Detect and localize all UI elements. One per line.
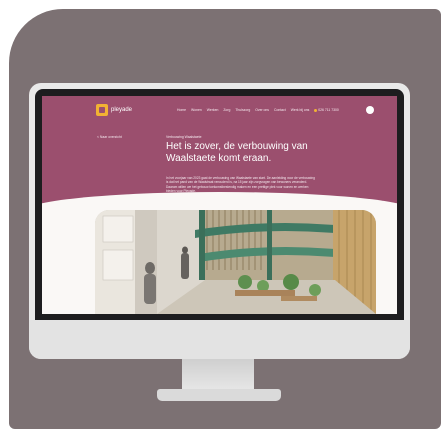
phone-icon [314,108,318,112]
building-rendering-image [95,210,376,314]
nav-item-werk-bij-ons[interactable]: Werk bij ons [291,108,310,112]
nav-item-werken[interactable]: Werken [207,108,219,112]
search-icon[interactable] [366,106,374,114]
monitor-stand-foot [157,389,281,401]
nav-item-contact[interactable]: Contact [274,108,286,112]
monitor-stand-neck [182,359,254,391]
nav-item-home[interactable]: Home [177,108,186,112]
site-logo[interactable]: pleyade [96,104,132,116]
page-title: Het is zover, de verbouwing van Waalstae… [166,141,308,164]
back-to-overview-link[interactable]: < Naar overzicht [97,135,122,139]
monitor-bezel: pleyade Home Wonen Werken Zorg Thuiszorg… [35,89,404,320]
breadcrumb: Verbouwing Waalstaete [166,135,202,139]
main-nav: Home Wonen Werken Zorg Thuiszorg Over on… [177,108,339,112]
phone-link[interactable]: 026 711 7300 [314,108,339,112]
phone-number: 026 711 7300 [318,108,339,112]
monitor: pleyade Home Wonen Werken Zorg Thuiszorg… [29,83,410,359]
atrium-illustration [95,210,376,314]
nav-item-thuiszorg[interactable]: Thuiszorg [235,108,250,112]
nav-item-wonen[interactable]: Wonen [191,108,202,112]
pleyade-logo-icon [96,104,108,116]
nav-item-over-ons[interactable]: Over ons [255,108,269,112]
monitor-chin [29,320,410,359]
logo-text: pleyade [111,107,133,113]
nav-item-zorg[interactable]: Zorg [223,108,230,112]
website-screen: pleyade Home Wonen Werken Zorg Thuiszorg… [42,96,397,314]
intro-text: In het voorjaar van 2023 gaat de verbouw… [166,176,315,194]
